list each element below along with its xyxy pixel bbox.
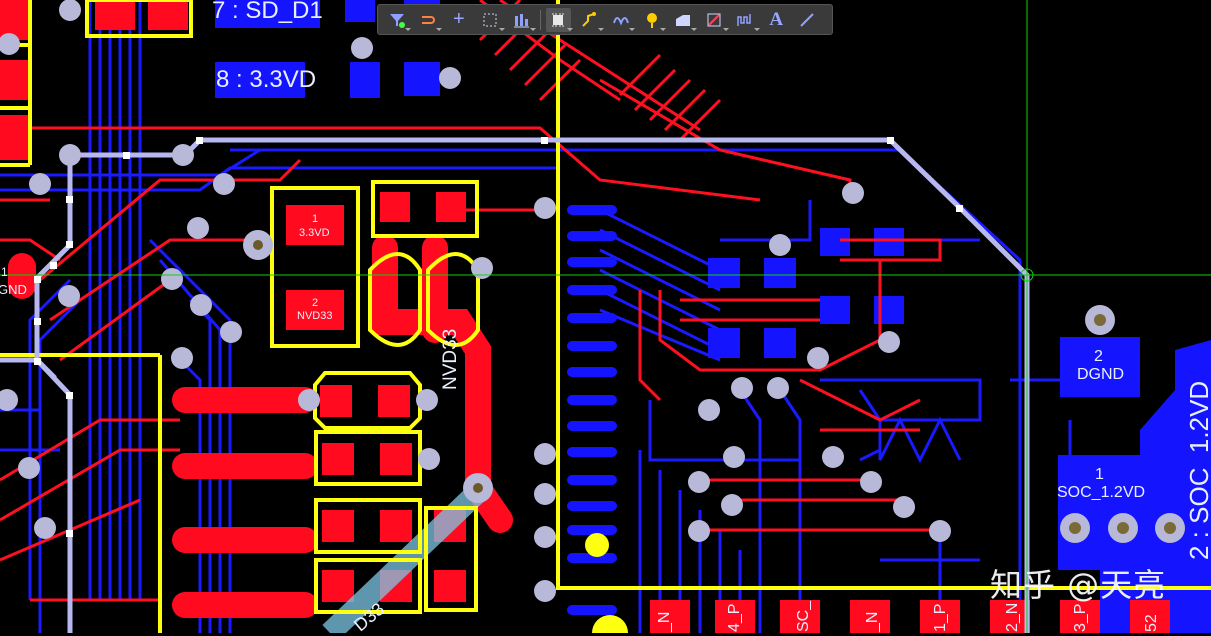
- net-label-3-3vd: 8 : 3.3VD: [216, 66, 317, 93]
- filter-icon[interactable]: [384, 8, 412, 32]
- soc-pad-number: 1: [1095, 466, 1104, 483]
- component-icon[interactable]: [545, 7, 573, 32]
- keepout-icon[interactable]: [701, 8, 729, 32]
- bottom-pad-label: 1_P: [932, 603, 949, 632]
- line-icon[interactable]: [795, 8, 820, 32]
- text-glyph: A: [769, 8, 784, 30]
- active-bar-toolbar: + A: [377, 4, 833, 35]
- bottom-pad-label: 52: [1143, 614, 1160, 632]
- bottom-pad-label: 2_N: [1004, 602, 1021, 632]
- toolbar-separator: [539, 9, 541, 30]
- bottom-pad-label: _N: [656, 611, 673, 632]
- add-icon[interactable]: +: [446, 8, 471, 32]
- select-rect-icon[interactable]: [477, 8, 505, 32]
- diff-pair-icon[interactable]: [608, 8, 636, 32]
- net-label-sd-d1: 7 : SD_D1: [212, 0, 323, 24]
- plus-glyph: +: [453, 8, 465, 30]
- pad-number-2: 2: [312, 297, 319, 309]
- route-select-icon[interactable]: [415, 8, 443, 32]
- left-pad-number: 1: [1, 265, 8, 279]
- bottom-pad-label: _N: [864, 611, 881, 632]
- dgnd-pad-net: DGND: [1077, 366, 1125, 383]
- interactive-route-icon[interactable]: [577, 8, 604, 32]
- pad-net-nvd33: NVD33: [297, 310, 333, 322]
- text-icon[interactable]: A: [764, 8, 789, 32]
- pcb-canvas[interactable]: [0, 0, 1211, 633]
- soc-pad-net: SOC_1.2VD: [1057, 484, 1146, 501]
- dgnd-pad-number: 2: [1094, 348, 1103, 365]
- watermark: 知乎 @天亮: [990, 566, 1167, 604]
- left-pad-net-gnd: GND: [0, 282, 27, 297]
- pad-net-3-3vd: 3.3VD: [299, 227, 330, 239]
- length-tune-icon[interactable]: [733, 8, 760, 32]
- align-icon[interactable]: [509, 8, 536, 32]
- soc-pour-label: 2 : SOC_1.2VD: [1184, 380, 1211, 560]
- bottom-pad-label: 4_P: [726, 603, 743, 632]
- bottom-pad-label: SC_: [795, 600, 812, 632]
- bottom-pad-label: 3_P: [1072, 603, 1089, 632]
- polygon-icon[interactable]: [670, 8, 698, 32]
- fiducial-dot: [585, 533, 609, 557]
- pad-number-1: 1: [312, 213, 319, 225]
- via-icon[interactable]: [639, 8, 667, 32]
- trace-label-nvd33: NVD33: [440, 328, 461, 390]
